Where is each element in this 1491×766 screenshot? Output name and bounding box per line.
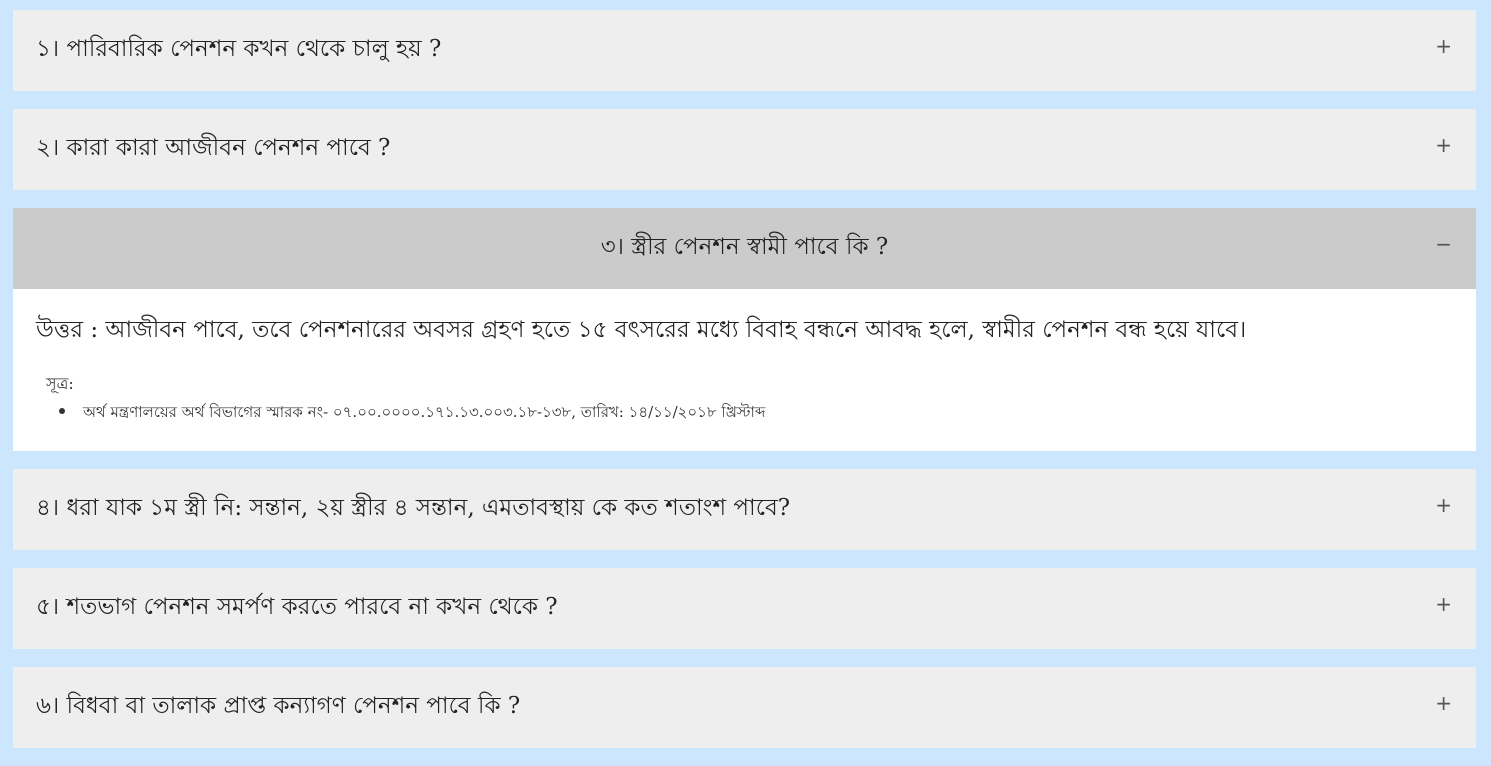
faq-question-6-header[interactable]: ৬। বিধবা বা তালাক প্রাপ্ত কন্যাগণ পেনশন … [13,667,1476,748]
faq-question-5-text: ৫। শতভাগ পেনশন সমর্পণ করতে পারবে না কখন … [36,594,558,620]
source-text: অর্থ মন্ত্রণালয়ের অর্থ বিভাগের স্মারক ন… [83,403,766,421]
plus-icon[interactable]: + [1435,693,1452,713]
source-label: সূত্র: [46,374,74,393]
answer-text: উত্তর : আজীবন পাবে, তবে পেনশনারের অবসর গ… [36,317,1247,343]
faq-question-6-text: ৬। বিধবা বা তালাক প্রাপ্ত কন্যাগণ পেনশন … [36,693,521,719]
source-list-item: অর্থ মন্ত্রণালয়ের অর্থ বিভাগের স্মারক ন… [59,401,765,426]
faq-question-4-header[interactable]: ৪। ধরা যাক ১ম স্ত্রী নি: সন্তান, ২য় স্ত… [13,469,1476,550]
faq-question-3-text: ৩। স্ত্রীর পেনশন স্বামী পাবে কি ? [600,234,889,260]
faq-item-3: ৩। স্ত্রীর পেনশন স্বামী পাবে কি ? − উত্ত… [13,208,1476,451]
faq-answer-panel: উত্তর : আজীবন পাবে, তবে পেনশনারের অবসর গ… [13,289,1476,451]
faq-item-6: ৬। বিধবা বা তালাক প্রাপ্ত কন্যাগণ পেনশন … [13,667,1476,748]
bullet-icon [59,408,65,414]
faq-question-1-header[interactable]: ১। পারিবারিক পেনশন কখন থেকে চালু হয় ? + [13,10,1476,91]
faq-item-5: ৫। শতভাগ পেনশন সমর্পণ করতে পারবে না কখন … [13,568,1476,649]
plus-icon[interactable]: + [1435,495,1452,515]
plus-icon[interactable]: + [1435,36,1452,56]
faq-item-4: ৪। ধরা যাক ১ম স্ত্রী নি: সন্তান, ২য় স্ত… [13,469,1476,550]
plus-icon[interactable]: + [1435,135,1452,155]
faq-item-1: ১। পারিবারিক পেনশন কখন থেকে চালু হয় ? + [13,10,1476,91]
faq-question-4-text: ৪। ধরা যাক ১ম স্ত্রী নি: সন্তান, ২য় স্ত… [36,495,791,521]
faq-question-1-text: ১। পারিবারিক পেনশন কখন থেকে চালু হয় ? [36,36,442,62]
faq-question-2-header[interactable]: ২। কারা কারা আজীবন পেনশন পাবে ? + [13,109,1476,190]
faq-question-3-header[interactable]: ৩। স্ত্রীর পেনশন স্বামী পাবে কি ? − [13,208,1476,289]
minus-icon[interactable]: − [1435,234,1452,254]
plus-icon[interactable]: + [1435,594,1452,614]
source-list: অর্থ মন্ত্রণালয়ের অর্থ বিভাগের স্মারক ন… [59,401,765,426]
faq-question-2-text: ২। কারা কারা আজীবন পেনশন পাবে ? [36,135,391,161]
faq-question-5-header[interactable]: ৫। শতভাগ পেনশন সমর্পণ করতে পারবে না কখন … [13,568,1476,649]
faq-item-2: ২। কারা কারা আজীবন পেনশন পাবে ? + [13,109,1476,190]
faq-accordion: ১। পারিবারিক পেনশন কখন থেকে চালু হয় ? +… [13,10,1476,766]
